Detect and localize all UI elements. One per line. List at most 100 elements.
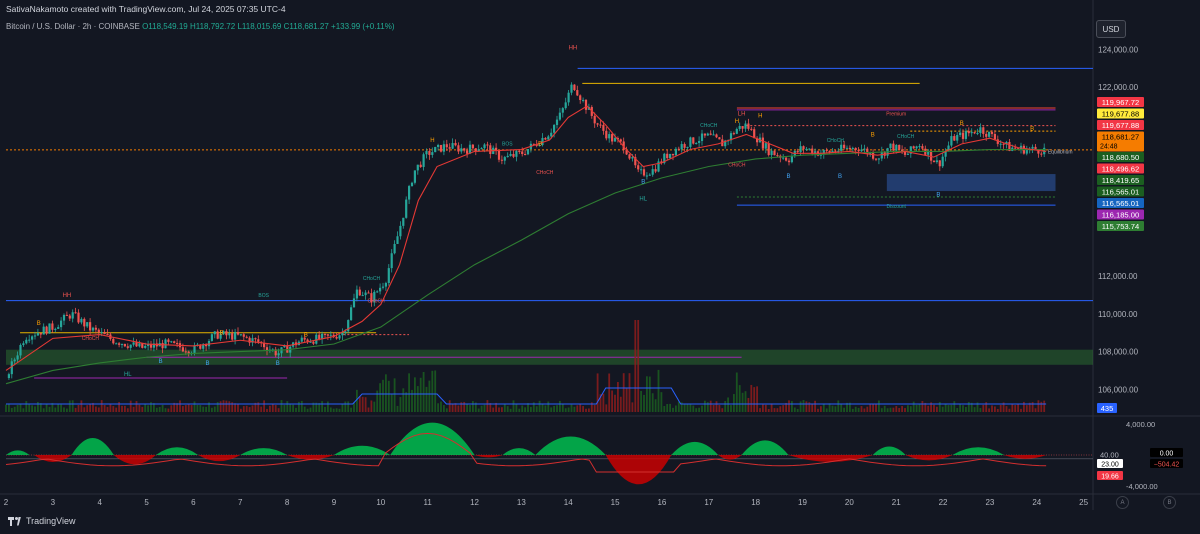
price-tag-1: 119,677.88 bbox=[1097, 108, 1144, 119]
chart-label-14: CHoCH bbox=[368, 298, 386, 304]
volume-tag: 435 bbox=[1097, 403, 1117, 413]
osc-tag-0: 0.00 bbox=[1150, 448, 1183, 458]
oscillator-hump-11 bbox=[502, 448, 536, 455]
osc-tick-0: 4,000.00 bbox=[1126, 420, 1155, 429]
time-tick-6: 8 bbox=[285, 498, 290, 507]
svg-text:116,185.00: 116,185.00 bbox=[1102, 211, 1139, 220]
price-tag-6: 118,419.65 bbox=[1097, 175, 1144, 185]
svg-text:116,565.01: 116,565.01 bbox=[1102, 188, 1139, 197]
chart-label-7: Discount bbox=[886, 204, 906, 210]
price-tag-10: 115,753.74 bbox=[1097, 221, 1144, 231]
time-tick-3: 5 bbox=[144, 498, 149, 507]
svg-text:119,967.72: 119,967.72 bbox=[1102, 98, 1139, 107]
tradingview-brand: TradingView bbox=[26, 516, 76, 526]
oscillator-pane bbox=[5, 422, 1093, 485]
price-tag-2: 119,677.88 bbox=[1097, 120, 1144, 130]
time-tick-11: 13 bbox=[517, 498, 526, 507]
chart-label-15: CHoCH bbox=[536, 170, 554, 176]
time-tick-8: 10 bbox=[376, 498, 385, 507]
oscillator-hump-0 bbox=[6, 450, 30, 455]
chart-label-34: B bbox=[936, 193, 940, 199]
oscillator-hump-5 bbox=[198, 455, 241, 462]
oscillator-hump-14 bbox=[671, 441, 719, 455]
chart-label-28: B bbox=[159, 359, 163, 365]
svg-text:0.00: 0.00 bbox=[1160, 451, 1174, 458]
oscillator-hump-20 bbox=[952, 447, 1004, 455]
oscillator-hump-13 bbox=[605, 455, 672, 485]
svg-text:118,681.27: 118,681.27 bbox=[1102, 133, 1139, 142]
chart-label-33: B bbox=[838, 174, 842, 180]
time-tick-18: 20 bbox=[845, 498, 854, 507]
svg-text:115,753.74: 115,753.74 bbox=[1102, 222, 1139, 231]
time-tick-16: 18 bbox=[751, 498, 760, 507]
time-tick-22: 24 bbox=[1032, 498, 1041, 507]
time-tick-23: 25 bbox=[1079, 498, 1088, 507]
chart-label-22: B bbox=[220, 331, 224, 337]
oscillator-hump-19 bbox=[905, 455, 953, 461]
chart-label-4: LH bbox=[738, 112, 746, 118]
time-tick-10: 12 bbox=[470, 498, 479, 507]
price-tick-5: 106,000.00 bbox=[1098, 385, 1139, 394]
chart-label-10: CHoCH bbox=[700, 123, 718, 129]
price-tick-4: 108,000.00 bbox=[1098, 348, 1139, 357]
oscillator-hump-1 bbox=[34, 455, 72, 462]
chart-label-2: BOS bbox=[258, 293, 269, 299]
time-tick-17: 19 bbox=[798, 498, 807, 507]
price-tag-8: 116,565.01 bbox=[1097, 198, 1144, 208]
price-tag-0: 119,967.72 bbox=[1097, 97, 1144, 107]
time-tick-9: 11 bbox=[424, 498, 433, 507]
osc-tick-1: 40.00 bbox=[1100, 451, 1119, 460]
volume-series bbox=[5, 320, 1046, 412]
osc-tag-1: −504.42 bbox=[1150, 459, 1183, 469]
candle-series bbox=[7, 82, 1046, 380]
chart-label-32: B bbox=[786, 174, 790, 180]
time-tick-0: 2 bbox=[4, 498, 9, 507]
time-tick-15: 17 bbox=[704, 498, 713, 507]
chart-label-17: BOS bbox=[502, 142, 513, 148]
svg-text:119,677.88: 119,677.88 bbox=[1102, 110, 1139, 119]
oscillator-hump-9 bbox=[390, 422, 475, 455]
svg-text:23.00: 23.00 bbox=[1101, 462, 1119, 469]
chart-label-13: CHoCH bbox=[82, 336, 100, 342]
oscillator-hump-12 bbox=[535, 436, 606, 455]
svg-text:118,680.50: 118,680.50 bbox=[1102, 153, 1139, 162]
price-tag-4: 118,680.50 bbox=[1097, 152, 1144, 162]
time-tick-12: 14 bbox=[564, 498, 573, 507]
price-tag-3: 118,681.27 24:48 bbox=[1097, 131, 1144, 152]
zone-1 bbox=[886, 174, 1056, 192]
price-tag-7: 116,565.01 bbox=[1097, 186, 1144, 197]
time-tick-5: 7 bbox=[238, 498, 243, 507]
time-tick-14: 16 bbox=[657, 498, 666, 507]
chart-label-26: B bbox=[960, 121, 964, 127]
chart-label-11: CHoCH bbox=[827, 138, 845, 144]
oscillator-hump-18 bbox=[872, 446, 906, 455]
chart-label-25: B bbox=[871, 132, 875, 138]
chart-label-20: H bbox=[758, 113, 762, 119]
chart-label-31: B bbox=[641, 180, 645, 186]
auto-scale-button[interactable]: A bbox=[1116, 496, 1129, 509]
chart-label-18: H bbox=[430, 138, 434, 144]
oscillator-hump-10 bbox=[474, 455, 503, 458]
chart-label-23: B bbox=[304, 332, 308, 338]
oscillator-hump-21 bbox=[1003, 455, 1047, 459]
time-tick-4: 6 bbox=[191, 498, 196, 507]
chart-label-24: B bbox=[538, 142, 542, 148]
chart-label-21: B bbox=[37, 321, 41, 327]
price-chart[interactable]: HHHLBOSHHLHHLPremiumDiscountEquilibriumC… bbox=[0, 0, 1200, 534]
chart-label-27: B bbox=[1030, 127, 1034, 133]
chart-label-9: CHoCH bbox=[363, 276, 381, 282]
osc-tag-2: 23.00 bbox=[1097, 459, 1123, 469]
tradingview-logo[interactable]: TradingView bbox=[8, 516, 76, 526]
log-scale-button[interactable]: B bbox=[1163, 496, 1176, 509]
svg-text:118,496.62: 118,496.62 bbox=[1102, 165, 1139, 174]
time-tick-21: 23 bbox=[985, 498, 994, 507]
price-tick-2: 112,000.00 bbox=[1098, 272, 1138, 281]
oscillator-hump-3 bbox=[113, 455, 156, 465]
svg-text:116,565.01: 116,565.01 bbox=[1102, 199, 1139, 208]
svg-text:19.66: 19.66 bbox=[1101, 474, 1119, 481]
svg-text:435: 435 bbox=[1101, 404, 1114, 413]
oscillator-hump-8 bbox=[333, 445, 391, 455]
time-tick-19: 21 bbox=[892, 498, 901, 507]
price-tick-1: 122,000.00 bbox=[1098, 83, 1139, 92]
chart-label-6: Premium bbox=[886, 112, 906, 118]
